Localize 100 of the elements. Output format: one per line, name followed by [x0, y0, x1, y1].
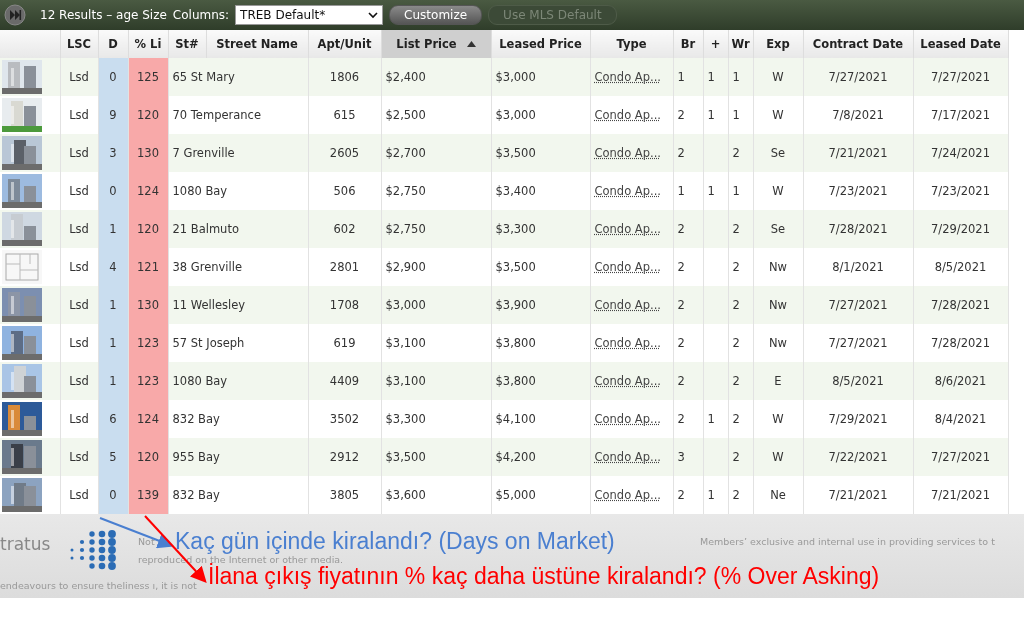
- table-cell: Lsd: [60, 210, 98, 248]
- table-cell: 7 Grenville: [168, 134, 308, 172]
- table-cell: 0: [98, 476, 128, 514]
- table-cell: $3,500: [491, 134, 590, 172]
- table-cell: 2: [673, 362, 703, 400]
- column-header[interactable]: Exp: [753, 30, 803, 58]
- table-cell: 65 St Mary: [168, 58, 308, 96]
- column-header[interactable]: Wr: [728, 30, 753, 58]
- table-cell: 2: [673, 210, 703, 248]
- property-type-link[interactable]: Condo Ap...: [594, 488, 661, 502]
- column-header[interactable]: LSC: [60, 30, 98, 58]
- property-type-link[interactable]: Condo Ap...: [594, 336, 661, 350]
- table-cell: 7/27/2021: [913, 438, 1008, 476]
- property-type-link[interactable]: Condo Ap...: [594, 260, 661, 274]
- table-cell: 2: [728, 286, 753, 324]
- fast-forward-icon[interactable]: [4, 4, 26, 26]
- table-cell: E: [753, 362, 803, 400]
- sort-ascending-icon: [466, 41, 476, 47]
- column-header[interactable]: Type: [590, 30, 673, 58]
- property-type-link[interactable]: Condo Ap...: [594, 412, 661, 426]
- table-cell: 7/28/2021: [913, 286, 1008, 324]
- table-cell: 130: [128, 134, 168, 172]
- table-cell: 1: [673, 58, 703, 96]
- table-cell: 1806: [308, 58, 381, 96]
- table-cell: Lsd: [60, 286, 98, 324]
- table-cell: 1: [98, 362, 128, 400]
- logo-text: tratus: [0, 534, 51, 554]
- column-header[interactable]: Leased Date: [913, 30, 1008, 58]
- table-cell: Lsd: [60, 58, 98, 96]
- table-cell: W: [753, 58, 803, 96]
- table-cell: 7/27/2021: [913, 58, 1008, 96]
- column-header[interactable]: % Li: [128, 30, 168, 58]
- property-type-link[interactable]: Condo Ap...: [594, 184, 661, 198]
- table-cell: 11 Wellesley: [168, 286, 308, 324]
- column-header[interactable]: Leased Price: [491, 30, 590, 58]
- results-count: 12 Results – age Size: [40, 8, 167, 22]
- table-cell: 123: [128, 362, 168, 400]
- table-cell: 5: [98, 438, 128, 476]
- table-cell: 1: [728, 58, 753, 96]
- table-cell: 1: [98, 324, 128, 362]
- table-cell: Nw: [753, 286, 803, 324]
- table-cell: $2,400: [381, 58, 491, 96]
- table-cell: 2: [728, 134, 753, 172]
- column-header[interactable]: St#: [168, 30, 206, 58]
- table-cell: 7/21/2021: [803, 134, 913, 172]
- table-cell: 0: [98, 172, 128, 210]
- annotation-text: İlana çıkış fiyatının % kaç daha üstüne kiralandı? (% Over Asking): [208, 563, 880, 590]
- table-cell: 2: [728, 210, 753, 248]
- table-cell: 2: [728, 362, 753, 400]
- table-cell: 6: [98, 400, 128, 438]
- column-header[interactable]: +: [703, 30, 728, 58]
- table-cell: $3,500: [381, 438, 491, 476]
- column-header[interactable]: Apt/Unit: [308, 30, 381, 58]
- table-cell: 7/29/2021: [913, 210, 1008, 248]
- table-cell: 120: [128, 96, 168, 134]
- table-cell: 9: [98, 96, 128, 134]
- chevron-down-icon: [368, 11, 379, 19]
- table-cell: 120: [128, 210, 168, 248]
- table-cell: 7/28/2021: [803, 210, 913, 248]
- table-cell: 1708: [308, 286, 381, 324]
- table-cell: 125: [128, 58, 168, 96]
- footer-text: Not: [138, 536, 155, 547]
- column-header[interactable]: List Price: [381, 30, 491, 58]
- column-header[interactable]: D: [98, 30, 128, 58]
- table-cell: 8/5/2021: [803, 362, 913, 400]
- annotation-text: Kaç gün içinde kiralandı? (Days on Market): [175, 528, 615, 555]
- table-cell: 130: [128, 286, 168, 324]
- table-cell: $2,700: [381, 134, 491, 172]
- table-cell: Se: [753, 210, 803, 248]
- table-cell: 1: [703, 58, 728, 96]
- table-cell: W: [753, 438, 803, 476]
- column-header[interactable]: Contract Date: [803, 30, 913, 58]
- columns-label: Columns:: [172, 8, 230, 22]
- table-cell: 4: [98, 248, 128, 286]
- table-cell: 8/6/2021: [913, 362, 1008, 400]
- table-cell: 7/27/2021: [803, 58, 913, 96]
- table-cell: 3: [673, 438, 703, 476]
- table-cell: 124: [128, 400, 168, 438]
- table-cell: 1: [98, 210, 128, 248]
- customize-button[interactable]: Customize: [389, 5, 483, 25]
- table-cell: 2912: [308, 438, 381, 476]
- table-cell: $3,900: [491, 286, 590, 324]
- table-cell: 124: [128, 172, 168, 210]
- table-cell: 7/27/2021: [803, 286, 913, 324]
- table-cell: 7/24/2021: [913, 134, 1008, 172]
- table-cell: 2605: [308, 134, 381, 172]
- table-cell: 2: [728, 438, 753, 476]
- table-cell: 139: [128, 476, 168, 514]
- column-header[interactable]: Street Name: [206, 30, 308, 58]
- table-cell: $3,000: [491, 58, 590, 96]
- table-cell: 2: [673, 134, 703, 172]
- table-cell: $2,750: [381, 210, 491, 248]
- table-cell: 21 Balmuto: [168, 210, 308, 248]
- footer-text: Members’ exclusive and internal use in providing services to t: [700, 536, 995, 547]
- property-type-link[interactable]: Condo Ap...: [594, 108, 661, 122]
- table-cell: 121: [128, 248, 168, 286]
- table-cell: 1080 Bay: [168, 362, 308, 400]
- columns-dropdown[interactable]: TREB Default*: [235, 5, 384, 25]
- column-header[interactable]: Br: [673, 30, 703, 58]
- table-cell: 2: [673, 286, 703, 324]
